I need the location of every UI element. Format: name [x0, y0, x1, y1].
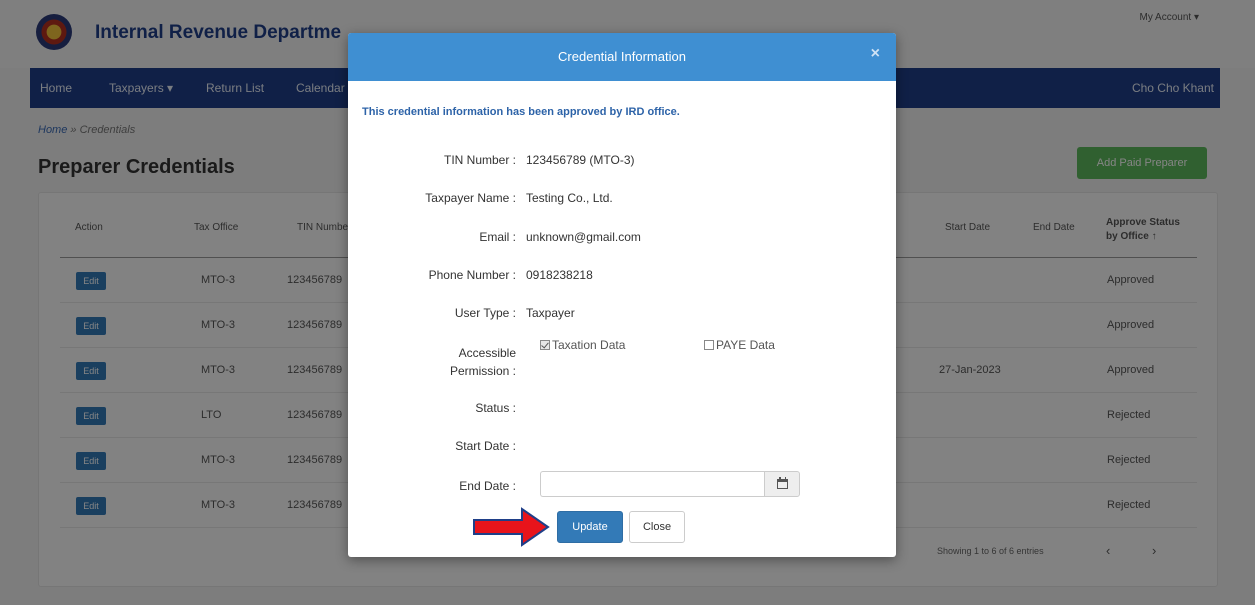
end-date-input[interactable] — [540, 471, 764, 497]
calendar-icon — [777, 477, 788, 489]
close-button[interactable]: Close — [629, 511, 685, 543]
accessible-permission-label: Accessible Permission : — [356, 344, 516, 380]
taxation-data-label: Taxation Data — [552, 338, 626, 352]
phone-label: Phone Number : — [428, 268, 516, 282]
credential-info-modal: Credential Information × This credential… — [348, 33, 896, 557]
paye-data-label: PAYE Data — [716, 338, 775, 352]
modal-title: Credential Information — [558, 49, 686, 64]
close-icon[interactable]: × — [871, 45, 880, 63]
update-button[interactable]: Update — [557, 511, 623, 543]
tin-label: TIN Number : — [443, 153, 516, 167]
status-label: Status : — [475, 401, 516, 415]
end-date-label: End Date : — [459, 479, 516, 493]
user-type-value: Taxpayer — [526, 306, 575, 320]
red-arrow-icon — [473, 507, 550, 547]
taxation-data-checkbox[interactable]: Taxation Data — [540, 338, 625, 352]
accessible-permission-label-line2: Permission : — [449, 364, 516, 378]
phone-value: 0918238218 — [526, 268, 593, 282]
checkbox-checked-icon[interactable] — [540, 340, 550, 350]
taxpayer-name-value: Testing Co., Ltd. — [526, 191, 613, 205]
paye-data-checkbox[interactable]: PAYE Data — [704, 338, 775, 352]
user-type-label: User Type : — [454, 306, 516, 320]
email-label: Email : — [479, 230, 516, 244]
accessible-permission-label-line1: Accessible — [458, 346, 516, 360]
start-date-label: Start Date : — [455, 439, 516, 453]
tin-value: 123456789 (MTO-3) — [526, 153, 635, 167]
calendar-picker-button[interactable] — [764, 471, 800, 497]
checkbox-unchecked-icon[interactable] — [704, 340, 714, 350]
taxpayer-name-label: Taxpayer Name : — [425, 191, 516, 205]
email-value: unknown@gmail.com — [526, 230, 641, 244]
approval-notice: This credential information has been app… — [362, 106, 680, 118]
modal-header: Credential Information × — [348, 33, 896, 81]
